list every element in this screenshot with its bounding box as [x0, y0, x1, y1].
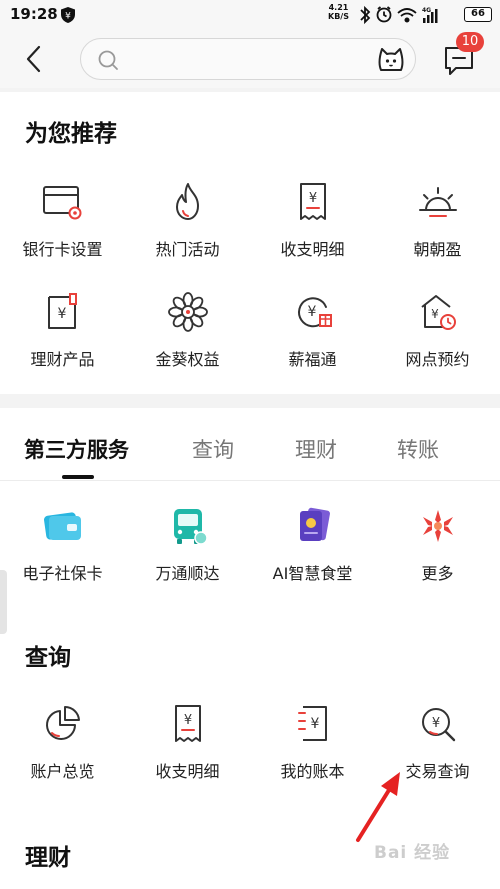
svg-text:¥: ¥: [431, 716, 439, 731]
flame-icon: [175, 183, 199, 220]
message-badge: 10: [456, 32, 484, 52]
svg-text:¥: ¥: [57, 306, 66, 322]
service-item-label: 更多: [421, 564, 454, 583]
side-drawer-handle[interactable]: [0, 570, 7, 634]
service-item-label: 电子社保卡: [22, 564, 103, 583]
service-item-label: 万通顺达: [155, 564, 220, 583]
receipt-icon: ¥: [299, 183, 326, 220]
recommend-item-bank-card-settings[interactable]: 银行卡设置: [0, 178, 125, 260]
recommend-item-label: 朝朝盈: [413, 240, 462, 259]
query-item-account-overview[interactable]: 账户总览: [0, 700, 125, 782]
bus-icon: [173, 509, 208, 545]
query-item-label: 账户总览: [30, 762, 95, 781]
recommend-item-label: 银行卡设置: [22, 240, 103, 259]
query-title: 查询: [25, 645, 71, 671]
search-icon: [98, 50, 118, 70]
recommend-item-hot-activity[interactable]: 热门活动: [125, 178, 250, 260]
recommend-item-label: 金葵权益: [155, 350, 220, 369]
bluetooth-icon: [360, 5, 371, 25]
search-yen-icon: ¥: [421, 708, 455, 742]
service-item-more[interactable]: 更多: [375, 502, 500, 584]
social-security-card-icon: [43, 512, 81, 540]
recommend-item-label: 网点预约: [405, 350, 470, 369]
services-section: 第三方服务 查询 理财 转账 电子社保卡 万通顺达 AI智慧食堂 更多 查询 账…: [0, 408, 500, 889]
recommend-item-zhaozhaoying[interactable]: 朝朝盈: [375, 178, 500, 260]
status-icons: 4G: [360, 5, 438, 25]
ai-canteen-icon: [299, 507, 330, 541]
recommend-item-jinkui-rights[interactable]: 金葵权益: [125, 288, 250, 370]
service-item-label: AI智慧食堂: [272, 564, 353, 583]
query-item-label: 收支明细: [155, 762, 220, 781]
search-header: 10: [0, 30, 500, 88]
sunflower-icon: [167, 292, 208, 332]
status-time: 19:28: [10, 5, 58, 23]
svg-text:¥: ¥: [431, 307, 439, 321]
active-tab-indicator: [62, 475, 94, 479]
sunrise-icon: [418, 187, 457, 217]
shield-yen-icon: ¥: [61, 7, 75, 23]
tab-query[interactable]: 查询: [192, 434, 234, 464]
more-flower-icon: [422, 510, 453, 542]
query-item-income-expense[interactable]: ¥ 收支明细: [125, 700, 250, 782]
svg-text:¥: ¥: [65, 12, 71, 22]
battery-indicator: 66: [464, 7, 492, 22]
back-arrow-icon[interactable]: [22, 44, 46, 74]
branch-appointment-icon: ¥: [420, 295, 456, 330]
recommend-section: 为您推荐 银行卡设置 热门活动 ¥ 收支明细 朝朝盈 ¥ 理财产品 金葵权益 ¥…: [0, 92, 500, 394]
tab-divider: [0, 480, 500, 481]
recommend-item-income-expense[interactable]: ¥ 收支明细: [250, 178, 375, 260]
svg-text:¥: ¥: [310, 716, 319, 732]
salary-coin-icon: ¥: [297, 297, 332, 328]
svg-text:¥: ¥: [183, 713, 191, 728]
recommend-item-label: 理财产品: [30, 350, 95, 369]
tab-transfer[interactable]: 转账: [397, 434, 439, 464]
tab-finance[interactable]: 理财: [295, 434, 337, 464]
recommend-item-xinfutong[interactable]: ¥ 薪福通: [250, 288, 375, 370]
ledger-icon: ¥: [297, 706, 327, 741]
cat-mascot-icon[interactable]: [377, 47, 405, 73]
tab-third-party[interactable]: 第三方服务: [24, 434, 129, 464]
recommend-item-label: 薪福通: [288, 350, 337, 369]
annotation-arrow: [356, 772, 400, 842]
svg-text:¥: ¥: [307, 304, 316, 320]
recommend-item-label: 热门活动: [155, 240, 220, 259]
watermark-logo: Bai 经验: [374, 843, 451, 863]
service-tabs: 第三方服务 查询 理财 转账: [0, 408, 500, 481]
net-speed: 4.21 KB/S: [328, 3, 349, 21]
alarm-icon: [376, 6, 392, 23]
recommend-item-branch-appointment[interactable]: ¥ 网点预约: [375, 288, 500, 370]
wifi-icon: [397, 8, 417, 23]
recommend-item-label: 收支明细: [280, 240, 345, 259]
recommend-title: 为您推荐: [25, 121, 117, 147]
signal-icon: 4G: [422, 7, 438, 23]
finance-title: 理财: [25, 845, 71, 871]
service-item-wantong-shunda[interactable]: 万通顺达: [125, 502, 250, 584]
service-item-social-security-card[interactable]: 电子社保卡: [0, 502, 125, 584]
svg-text:4G: 4G: [422, 7, 431, 14]
svg-text:¥: ¥: [308, 191, 316, 206]
bank-card-settings-icon: [42, 186, 81, 220]
status-bar: 19:28 ¥ 4.21 KB/S 4G 66: [0, 0, 500, 30]
recommend-item-finance-product[interactable]: ¥ 理财产品: [0, 288, 125, 370]
service-item-ai-canteen[interactable]: AI智慧食堂: [250, 502, 375, 584]
finance-product-icon: ¥: [47, 293, 77, 329]
pie-chart-icon: [45, 705, 80, 740]
search-input[interactable]: [80, 38, 416, 80]
receipt-icon: ¥: [174, 705, 201, 742]
